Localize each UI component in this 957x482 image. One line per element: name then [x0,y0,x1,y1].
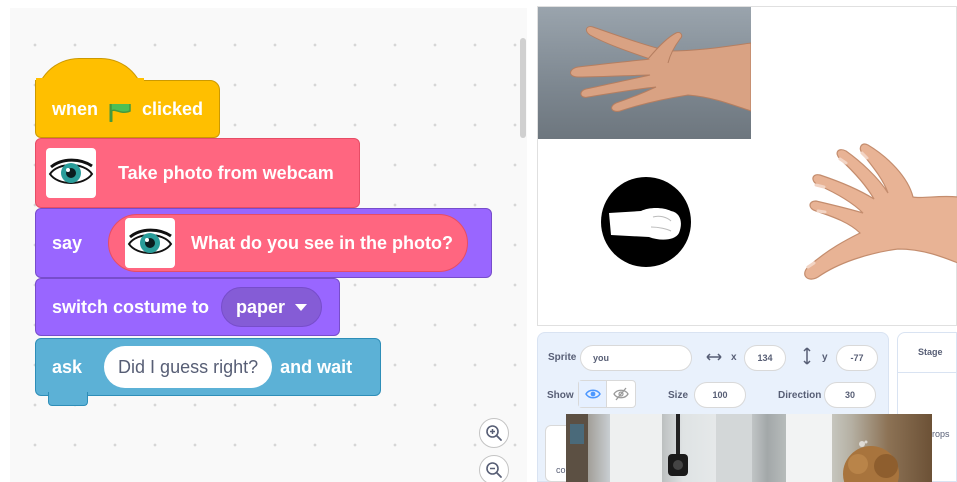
costume-dropdown[interactable]: paper [221,287,323,327]
hand-sprite[interactable] [738,137,957,297]
say-label: say [52,232,83,253]
sprite-label: Sprite [548,352,577,363]
y-position-field[interactable]: -77 [836,345,878,371]
zoom-in-button[interactable] [479,418,509,448]
size-label: Size [668,390,689,401]
say-block[interactable]: say What do you see in the photo? [35,208,492,278]
zoom-out-button[interactable] [479,455,509,482]
fist-icon [609,208,681,240]
hat-clicked-label: clicked [142,98,204,119]
eye-icon [125,218,176,268]
y-label: y [822,352,828,363]
direction-field[interactable]: 30 [824,382,876,408]
ask-question-input[interactable]: Did I guess right? [104,346,273,388]
photo-description-reporter[interactable]: What do you see in the photo? [108,214,469,272]
zoom-out-icon [486,462,502,478]
size-field[interactable]: 100 [694,382,746,408]
take-photo-block[interactable]: Take photo from webcam [35,138,360,208]
backdrops-label: rops [932,429,950,439]
stage-canvas[interactable] [537,6,957,326]
sprite-name-field[interactable]: you [580,345,692,371]
reporter-text: What do you see in the photo? [191,232,454,253]
stage-pane-header: Stage [898,333,956,373]
take-photo-label: Take photo from webcam [118,162,334,183]
costume-dropdown-value: paper [236,296,286,317]
ask-suffix-label: and wait [280,356,353,377]
stage-backdrop-photo [538,7,751,139]
show-label: Show [547,390,574,401]
webcam-scene-image [566,414,899,482]
chevron-down-icon [295,303,308,311]
fist-sprite[interactable] [601,177,691,267]
block-bottom-notch [48,392,88,406]
hat-block-cap-fill [36,78,144,104]
sprite-thumbnail-label: co [556,465,566,475]
show-sprite-button[interactable] [579,381,607,407]
x-arrow-icon [706,353,722,361]
ask-and-wait-block[interactable]: ask Did I guess right? and wait [35,338,381,396]
zoom-in-icon [486,425,502,441]
eye-show-icon [584,389,601,399]
webcam-video-feed [566,414,932,482]
switch-costume-block[interactable]: switch costume to paper [35,278,340,336]
ask-label: ask [52,356,83,377]
hand-photo-image [570,26,751,112]
x-position-field[interactable]: 134 [744,345,786,371]
stage-pane-title: Stage [918,347,943,357]
workspace-scrollbar[interactable] [520,38,526,138]
x-label: x [731,352,737,363]
eye-icon [46,148,96,198]
direction-label: Direction [778,390,822,401]
visibility-toggle [578,380,636,408]
switch-costume-label: switch costume to [52,296,210,317]
y-arrow-icon [803,347,811,365]
eye-hide-icon [613,387,629,401]
hide-sprite-button[interactable] [607,381,635,407]
